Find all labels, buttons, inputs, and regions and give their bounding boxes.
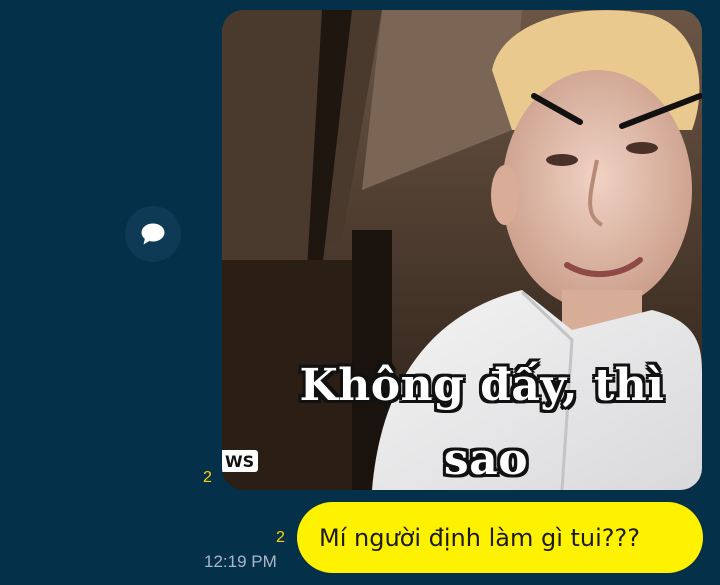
sticker-caption-line1: Không đấy, thì xyxy=(299,360,665,411)
text-message-bubble[interactable]: Mí người định làm gì tui??? xyxy=(297,502,703,573)
sticker-photo xyxy=(222,10,702,490)
speech-bubble-icon xyxy=(140,222,166,246)
message-text: Mí người định làm gì tui??? xyxy=(319,523,641,552)
sticker-caption-line2: sao xyxy=(443,434,529,485)
chat-message-area[interactable]: Không đấy, thì sao WS 2 2 12:19 PM Mí ng… xyxy=(0,0,720,585)
message-timestamp: 12:19 PM xyxy=(204,552,277,571)
watermark-label: WS xyxy=(222,450,259,472)
reply-button[interactable] xyxy=(125,206,181,262)
sticker-image-message[interactable]: Không đấy, thì sao WS xyxy=(222,10,702,490)
unread-count-text: 2 xyxy=(276,529,285,546)
unread-count-media: 2 xyxy=(203,469,212,486)
